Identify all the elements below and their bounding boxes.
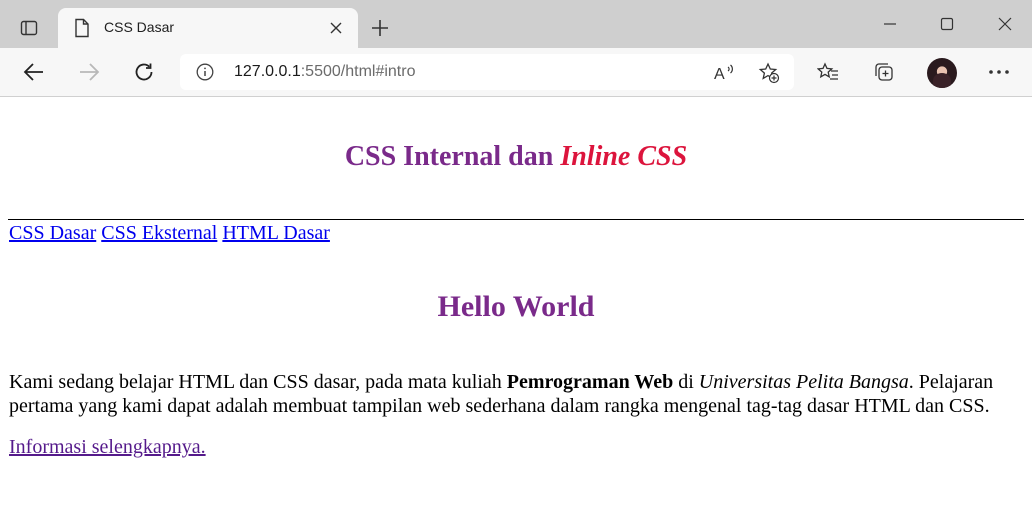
paragraph-text-1: Kami sedang belajar HTML dan CSS dasar, …: [9, 371, 507, 393]
paragraph-italic: Universitas Pelita Bangsa: [698, 371, 909, 393]
collections-icon[interactable]: [872, 60, 896, 84]
tab-actions-icon[interactable]: [14, 14, 44, 42]
page-content: CSS Internal dan Inline CSS CSS Dasar CS…: [0, 97, 1032, 531]
intro-paragraph: Kami sedang belajar HTML dan CSS dasar, …: [9, 370, 1019, 418]
nav-link-css-eksternal[interactable]: CSS Eksternal: [101, 222, 217, 244]
info-icon[interactable]: [196, 63, 214, 81]
add-favorite-icon[interactable]: [758, 62, 780, 84]
nav-links: CSS Dasar CSS Eksternal HTML Dasar: [9, 222, 330, 245]
read-aloud-icon[interactable]: A: [714, 62, 736, 84]
browser-toolbar: 127.0.0.1:5500/html#intro A: [0, 48, 1032, 97]
svg-text:A: A: [714, 66, 725, 83]
title-main: CSS Internal dan: [344, 141, 561, 172]
hello-heading: Hello World: [437, 290, 595, 323]
close-icon[interactable]: [326, 18, 346, 38]
page-icon: [74, 18, 90, 43]
horizontal-rule: [8, 219, 1024, 220]
avatar[interactable]: [927, 58, 957, 88]
paragraph-text-2: di: [673, 371, 699, 393]
nav-link-css-dasar[interactable]: CSS Dasar: [9, 222, 96, 244]
minimize-button[interactable]: [878, 12, 902, 36]
url-host: 127.0.0.1: [234, 63, 301, 80]
tab-bar: CSS Dasar: [0, 0, 1032, 48]
title-emphasis: Inline CSS: [560, 141, 688, 172]
maximize-button[interactable]: [935, 12, 959, 36]
nav-link-html-dasar[interactable]: HTML Dasar: [222, 222, 330, 244]
more-info-link[interactable]: Informasi selengkapnya.: [9, 436, 206, 459]
refresh-icon[interactable]: [130, 58, 158, 86]
back-arrow-icon[interactable]: [20, 58, 48, 86]
more-icon[interactable]: [987, 60, 1011, 84]
url-text[interactable]: 127.0.0.1:5500/html#intro: [234, 63, 415, 81]
url-path: :5500/html#intro: [300, 63, 416, 80]
active-tab[interactable]: CSS Dasar: [58, 8, 358, 48]
address-bar[interactable]: 127.0.0.1:5500/html#intro A: [180, 54, 794, 90]
page-title: CSS Internal dan Inline CSS: [0, 141, 1032, 173]
forward-arrow-icon[interactable]: [75, 58, 103, 86]
paragraph-bold: Pemrograman Web: [506, 371, 674, 393]
new-tab-button[interactable]: [368, 16, 392, 40]
favorites-icon[interactable]: [816, 60, 840, 84]
tab-title: CSS Dasar: [104, 19, 175, 35]
close-window-button[interactable]: [993, 12, 1017, 36]
